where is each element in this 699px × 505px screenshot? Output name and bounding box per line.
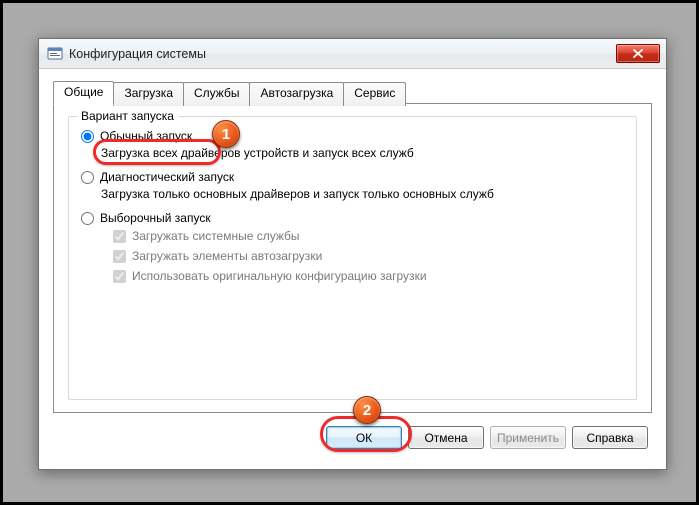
tab-tools[interactable]: Сервис — [343, 82, 406, 106]
window-title: Конфигурация системы — [69, 47, 616, 61]
radio-selective-startup-label[interactable]: Выборочный запуск — [100, 211, 211, 225]
radio-diagnostic-startup-row: Диагностический запуск — [81, 170, 624, 184]
group-title: Вариант запуска — [77, 109, 178, 123]
tab-general[interactable]: Общие — [53, 81, 114, 105]
client-area: Общие Загрузка Службы Автозагрузка Серви… — [47, 75, 658, 461]
radio-selective-startup[interactable] — [81, 212, 94, 225]
tab-panel-general: Вариант запуска Обычный запуск Загрузка … — [53, 103, 652, 413]
check-load-system-services-label: Загружать системные службы — [132, 229, 300, 243]
check-load-system-services — [113, 230, 126, 243]
cancel-button[interactable]: Отмена — [408, 426, 484, 449]
check-load-startup-items-label: Загружать элементы автозагрузки — [132, 249, 322, 263]
msconfig-dialog: Конфигурация системы Общие Загрузка Служ… — [38, 38, 667, 470]
tab-boot[interactable]: Загрузка — [113, 82, 184, 106]
selective-subchecks: Загружать системные службы Загружать эле… — [113, 229, 624, 283]
button-bar: ОК Отмена Применить Справка — [326, 426, 648, 449]
radio-selective-startup-row: Выборочный запуск — [81, 211, 624, 225]
radio-normal-startup-row: Обычный запуск — [81, 129, 624, 143]
titlebar[interactable]: Конфигурация системы — [39, 39, 666, 69]
radio-diagnostic-startup[interactable] — [81, 171, 94, 184]
startup-selection-group: Вариант запуска Обычный запуск Загрузка … — [68, 116, 637, 400]
help-button[interactable]: Справка — [572, 426, 648, 449]
radio-normal-startup-label[interactable]: Обычный запуск — [100, 129, 192, 143]
check-use-original-bootcfg-label: Использовать оригинальную конфигурацию з… — [132, 269, 427, 283]
ok-button[interactable]: ОК — [326, 426, 402, 449]
close-button[interactable] — [616, 44, 660, 63]
radio-diagnostic-startup-desc: Загрузка только основных драйверов и зап… — [101, 187, 624, 201]
tab-services[interactable]: Службы — [183, 82, 250, 106]
tabstrip: Общие Загрузка Службы Автозагрузка Серви… — [53, 81, 658, 105]
radio-diagnostic-startup-label[interactable]: Диагностический запуск — [100, 170, 234, 184]
radio-normal-startup-desc: Загрузка всех драйверов устройств и запу… — [101, 146, 624, 160]
app-icon — [47, 46, 63, 62]
tab-startup[interactable]: Автозагрузка — [249, 82, 344, 106]
check-use-original-bootcfg — [113, 270, 126, 283]
radio-normal-startup[interactable] — [81, 130, 94, 143]
check-load-startup-items — [113, 250, 126, 263]
apply-button: Применить — [490, 426, 566, 449]
